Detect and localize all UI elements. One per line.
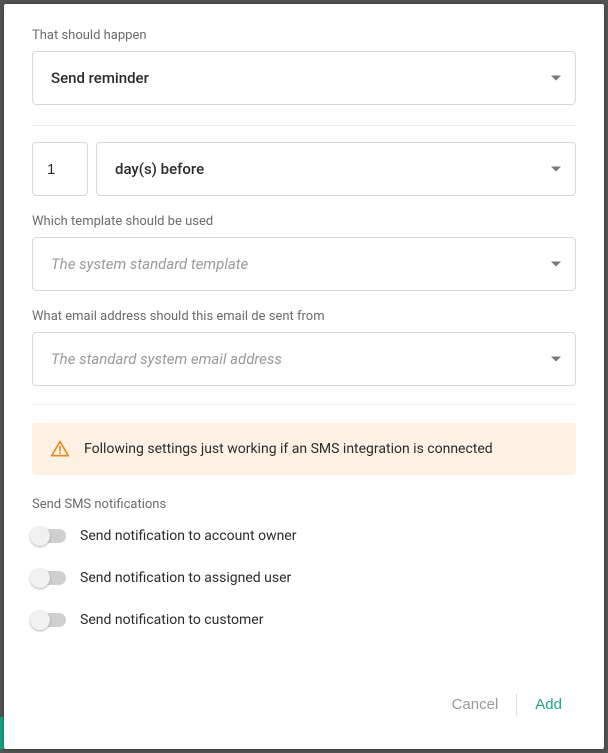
divider — [32, 404, 576, 405]
timing-unit-value: day(s) before — [115, 160, 204, 178]
toggle-owner-label: Send notification to account owner — [80, 528, 296, 544]
action-label: That should happen — [32, 28, 576, 43]
toggle-customer[interactable] — [32, 613, 66, 627]
footer-divider — [516, 694, 517, 716]
timing-row: day(s) before — [32, 142, 576, 196]
template-placeholder: The system standard template — [51, 255, 248, 273]
chevron-down-icon — [551, 167, 561, 172]
chevron-down-icon — [551, 76, 561, 81]
sms-section-label: Send SMS notifications — [32, 497, 576, 512]
modal-content: That should happen Send reminder day(s) … — [4, 4, 604, 674]
action-group: That should happen Send reminder — [32, 28, 576, 105]
cancel-button[interactable]: Cancel — [438, 688, 513, 721]
toggle-customer-label: Send notification to customer — [80, 612, 263, 628]
toggle-row-assigned: Send notification to assigned user — [32, 570, 576, 586]
toggle-assigned[interactable] — [32, 571, 66, 585]
divider — [32, 125, 576, 126]
email-from-label: What email address should this email de … — [32, 309, 576, 324]
template-select[interactable]: The system standard template — [32, 237, 576, 291]
reminder-settings-modal: That should happen Send reminder day(s) … — [4, 4, 604, 749]
timing-unit-select[interactable]: day(s) before — [96, 142, 576, 196]
email-from-select[interactable]: The standard system email address — [32, 332, 576, 386]
add-button[interactable]: Add — [521, 688, 576, 721]
modal-footer: Cancel Add — [4, 674, 604, 749]
email-from-placeholder: The standard system email address — [51, 350, 282, 368]
chevron-down-icon — [551, 262, 561, 267]
toggle-knob — [30, 526, 50, 546]
toggle-row-owner: Send notification to account owner — [32, 528, 576, 544]
toggle-knob — [30, 610, 50, 630]
sms-alert: Following settings just working if an SM… — [32, 423, 576, 475]
warning-icon — [50, 439, 70, 459]
toggle-assigned-label: Send notification to assigned user — [80, 570, 291, 586]
email-from-group: What email address should this email de … — [32, 309, 576, 386]
toggle-owner[interactable] — [32, 529, 66, 543]
sms-alert-text: Following settings just working if an SM… — [84, 441, 493, 457]
chevron-down-icon — [551, 357, 561, 362]
action-select-value: Send reminder — [51, 69, 149, 87]
template-label: Which template should be used — [32, 214, 576, 229]
timing-count-input[interactable] — [32, 142, 88, 196]
toggle-knob — [30, 568, 50, 588]
action-select[interactable]: Send reminder — [32, 51, 576, 105]
toggle-row-customer: Send notification to customer — [32, 612, 576, 628]
template-group: Which template should be used The system… — [32, 214, 576, 291]
